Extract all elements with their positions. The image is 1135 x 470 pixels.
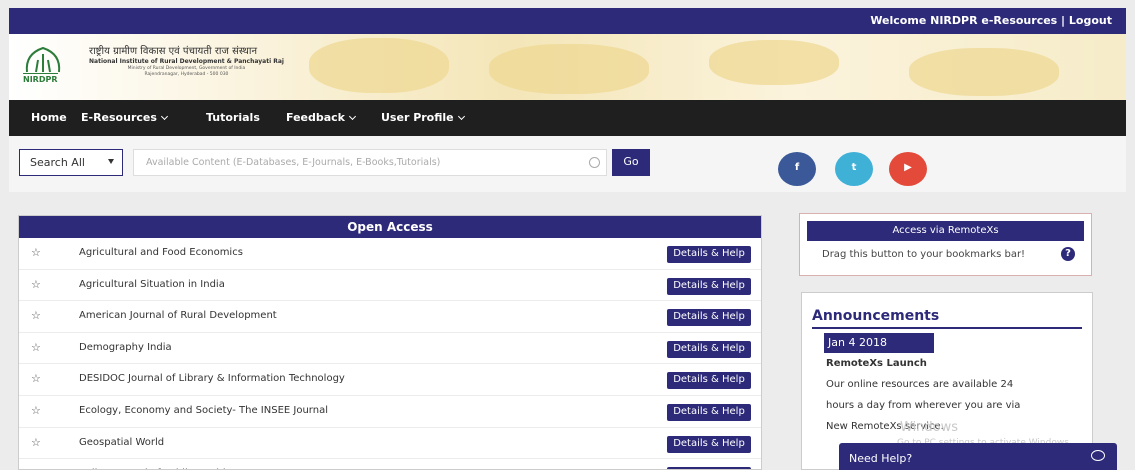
caret-down-icon [108, 159, 114, 164]
open-access-panel: Open Access ☆ Agricultural and Food Econo… [18, 215, 762, 470]
resource-title[interactable]: DESIDOC Journal of Library & Information… [79, 373, 345, 384]
details-help-button[interactable]: Details & Help [667, 309, 751, 327]
star-icon[interactable]: ☆ [31, 436, 41, 449]
table-row: ☆ American Journal of Rural Development De… [19, 301, 761, 333]
details-help-button[interactable]: Details & Help [667, 246, 751, 263]
tree-logo-icon [25, 46, 61, 73]
announcement-line: Our online resources are available 24 [826, 379, 1014, 390]
details-help-button[interactable]: Details & Help [667, 403, 751, 421]
star-icon[interactable]: ☆ [31, 309, 41, 322]
youtube-icon[interactable]: ▶ [889, 152, 927, 186]
need-help-widget[interactable]: Need Help? [839, 443, 1117, 470]
ministry-text: Ministry of Rural Development, Governmen… [127, 66, 246, 71]
remotexs-button[interactable]: Access via RemoteXs [807, 221, 1084, 241]
search-scope-select[interactable]: Search All [19, 149, 123, 176]
remotexs-text: Drag this button to your bookmarks bar! [822, 249, 1026, 260]
announcement-date: Jan 4 2018 [824, 333, 934, 353]
resource-title[interactable]: Agricultural Situation in India [79, 279, 225, 290]
clear-icon[interactable] [589, 157, 600, 168]
star-icon[interactable]: ☆ [31, 246, 41, 259]
star-icon[interactable]: ☆ [31, 372, 41, 385]
institute-name: राष्ट्रीय ग्रामीण विकास एवं पंचायती राज … [89, 43, 284, 77]
table-row: ☆ DESIDOC Journal of Library & Informatio… [19, 364, 761, 396]
chevron-down-icon [348, 112, 357, 121]
open-access-title: Open Access [19, 216, 761, 238]
map-decoration [709, 40, 839, 85]
star-icon[interactable]: ☆ [31, 278, 41, 291]
details-help-button[interactable]: Details & Help [667, 435, 751, 453]
help-icon[interactable]: ? [1061, 247, 1075, 261]
nirdpr-logo[interactable]: NIRDPR [19, 42, 67, 86]
nav-feedback[interactable]: Feedback [286, 111, 357, 124]
nav-user-profile[interactable]: User Profile [381, 111, 465, 124]
facebook-icon[interactable]: f [778, 152, 816, 186]
resource-title[interactable]: Demography India [79, 342, 172, 353]
resource-title[interactable]: Geospatial World [79, 437, 164, 448]
windows-watermark: Windows [900, 420, 959, 435]
twitter-icon[interactable]: t [835, 152, 873, 186]
chevron-down-icon [160, 112, 168, 121]
welcome-logout-text[interactable]: Welcome NIRDPR e-Resources | Logout [870, 14, 1112, 27]
table-row: ☆ Demography India Details & Help [19, 333, 761, 365]
nav-eresources[interactable]: E-Resources [81, 111, 168, 124]
search-input[interactable]: Available Content (E-Databases, E-Journa… [133, 149, 607, 176]
star-icon[interactable]: ☆ [31, 404, 41, 417]
english-name: National Institute of Rural Development … [89, 58, 284, 65]
nav-home[interactable]: Home [31, 111, 67, 124]
top-bar: Welcome NIRDPR e-Resources | Logout [9, 8, 1126, 34]
divider [812, 327, 1082, 329]
table-row: ☆ Agricultural Situation in India Details … [19, 270, 761, 302]
table-row: ☆Indian Journal of Public HealthDetails … [19, 459, 761, 469]
map-decoration [909, 48, 1059, 96]
chevron-down-icon [457, 112, 465, 121]
open-access-list: ☆ Agricultural and Food Economics Details … [19, 238, 761, 469]
chat-icon [1091, 450, 1105, 461]
remotexs-panel: Access via RemoteXs Drag this button to … [799, 213, 1092, 276]
table-row: ☆ Geospatial World Details & Help [19, 428, 761, 460]
announcements-title: Announcements [812, 308, 940, 324]
announcement-headline[interactable]: RemoteXs Launch [826, 358, 927, 369]
search-bar: Search All Available Content (E-Database… [9, 136, 1126, 192]
details-help-button[interactable]: Details & Help [667, 372, 751, 390]
hindi-name: राष्ट्रीय ग्रामीण विकास एवं पंचायती राज … [89, 46, 258, 57]
table-row: ☆ Ecology, Economy and Society- The INSEE… [19, 396, 761, 428]
header-banner: NIRDPR राष्ट्रीय ग्रामीण विकास एवं पंचाय… [9, 34, 1126, 100]
resource-title[interactable]: Agricultural and Food Economics [79, 247, 243, 258]
nav-tutorials[interactable]: Tutorials [206, 111, 260, 124]
details-help-button[interactable]: Details & Help [667, 340, 751, 358]
logo-text: NIRDPR [23, 73, 58, 84]
address-text: Rajendranagar, Hyderabad - 500 030 [144, 72, 229, 77]
table-row: ☆ Agricultural and Food Economics Details … [19, 238, 761, 270]
go-button[interactable]: Go [612, 149, 650, 176]
resource-title[interactable]: American Journal of Rural Development [79, 310, 277, 321]
details-help-button[interactable]: Details & Help [667, 277, 751, 295]
map-decoration [309, 38, 449, 93]
resource-title[interactable]: Ecology, Economy and Society- The INSEE … [79, 405, 328, 416]
map-decoration [489, 44, 649, 94]
star-icon[interactable]: ☆ [31, 341, 41, 354]
main-nav: Home E-Resources Tutorials Feedback User… [9, 100, 1126, 136]
announcement-line: hours a day from wherever you are via [826, 400, 1021, 411]
